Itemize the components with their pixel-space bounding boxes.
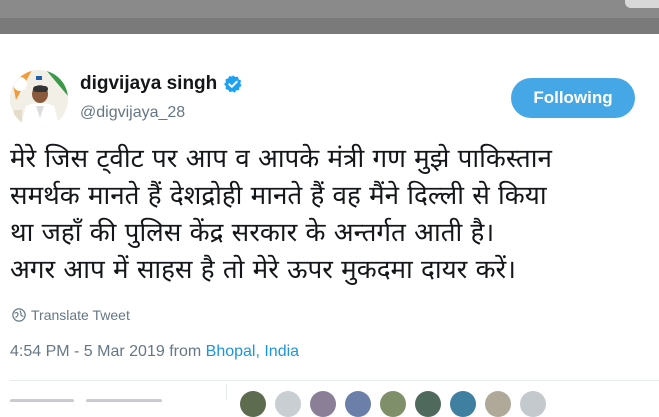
liker-avatar[interactable]: [275, 391, 301, 417]
retweet-count-blurred: [10, 399, 74, 402]
translate-tweet-link[interactable]: Translate Tweet: [12, 307, 130, 323]
tweet-metadata: 4:54 PM - 5 Mar 2019 from Bhopal, India: [10, 343, 299, 361]
background-overlay: [0, 0, 659, 34]
globe-icon: [12, 308, 26, 322]
liker-avatar[interactable]: [310, 391, 336, 417]
stats-separator: [226, 384, 227, 400]
liker-avatars[interactable]: [240, 391, 555, 417]
tweet-text-line: अगर आप में साहस है तो मेरे ऊपर मुकदमा दा…: [10, 255, 517, 285]
divider: [10, 380, 659, 381]
tweet-text-line: था जहॉं की पुलिस केंद्र सरकार के अन्तर्ग…: [10, 218, 495, 248]
author-handle[interactable]: @digvijaya_28: [80, 104, 185, 122]
engagement-stats[interactable]: [10, 392, 210, 402]
liker-avatar[interactable]: [240, 391, 266, 417]
translate-label: Translate Tweet: [31, 307, 130, 323]
overlay-close-area: [625, 0, 659, 8]
author-name[interactable]: digvijaya singh: [80, 73, 243, 95]
liker-avatar[interactable]: [415, 391, 441, 417]
liker-avatar[interactable]: [450, 391, 476, 417]
author-name-text: digvijaya singh: [80, 73, 218, 94]
liker-avatar[interactable]: [520, 391, 546, 417]
avatar-image: [10, 70, 68, 128]
like-count-blurred: [86, 399, 163, 402]
verified-badge-icon: [224, 75, 242, 93]
tweet-location-link[interactable]: Bhopal, India: [206, 343, 299, 360]
tweet-text-line: मेरे जिस ट्वीट पर आप व आपके मंत्री गण मु…: [10, 144, 552, 174]
overlay-strip: [0, 0, 659, 18]
liker-avatar[interactable]: [345, 391, 371, 417]
tweet-timestamp[interactable]: 4:54 PM - 5 Mar 2019 from: [10, 343, 201, 360]
liker-avatar[interactable]: [485, 391, 511, 417]
tweet-text-line: समर्थक मानते हैं देशद्रोही मानते हैं वह …: [10, 181, 547, 211]
liker-avatar[interactable]: [380, 391, 406, 417]
following-button[interactable]: Following: [511, 78, 635, 118]
avatar[interactable]: [10, 70, 68, 128]
tweet-text: मेरे जिस ट्वीट पर आप व आपके मंत्री गण मु…: [10, 141, 655, 289]
